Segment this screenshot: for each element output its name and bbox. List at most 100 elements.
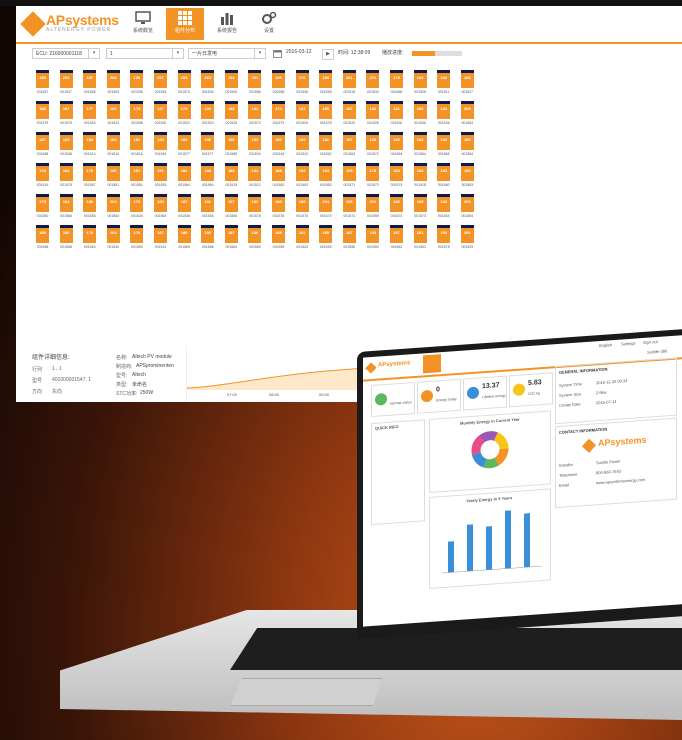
pv-module[interactable]: 186 [272,132,285,150]
pv-module[interactable]: 175 [177,101,191,119]
pv-module[interactable]: 201 [366,194,380,212]
pv-module[interactable]: 170 [83,225,97,243]
pv-module[interactable]: 180 [154,194,167,212]
pv-module[interactable]: 183 [390,163,403,181]
play-button[interactable]: ▶ [322,49,334,60]
pv-module[interactable]: 184 [437,194,451,212]
pv-module[interactable]: 186 [36,101,49,119]
pv-module[interactable]: 184 [106,132,120,150]
pv-module[interactable]: 183 [272,194,285,212]
pv-module[interactable]: 184 [177,132,191,150]
pv-module[interactable]: 205 [460,101,474,119]
pv-module[interactable]: 201 [342,70,356,88]
pv-module[interactable]: 200 [460,225,474,243]
pv-module[interactable]: 194 [366,225,380,243]
pv-module[interactable]: 180 [460,132,474,150]
pv-module[interactable]: 185 [413,194,427,212]
pv-module[interactable]: 180 [413,101,427,119]
pv-module[interactable]: 184 [319,163,333,181]
pv-module[interactable]: 272 [295,70,309,88]
pv-module[interactable]: 182 [130,132,144,150]
pv-module[interactable]: 189 [201,225,215,243]
pv-module[interactable]: 185 [295,194,309,212]
pv-module[interactable]: 187 [390,225,403,243]
pv-module[interactable]: 183 [437,132,451,150]
pv-module[interactable]: 187 [224,194,238,212]
pv-module[interactable]: 181 [390,101,403,119]
pv-module[interactable]: 180 [59,225,73,243]
pv-module[interactable]: 184 [83,132,97,150]
pv-module[interactable]: 182 [437,101,451,119]
pv-module[interactable]: 186 [201,132,215,150]
pv-module[interactable]: 187 [154,101,167,119]
pv-module[interactable]: 180 [83,194,97,212]
pv-module[interactable]: 194 [295,163,309,181]
pv-module[interactable]: 207 [154,70,167,88]
pv-module[interactable]: 189 [36,70,49,88]
pv-module[interactable]: 170 [130,225,144,243]
pv-module[interactable]: 178 [366,163,380,181]
pv-module[interactable]: 182 [248,194,262,212]
pv-module[interactable]: 187 [83,70,97,88]
pv-module[interactable]: 184 [413,132,427,150]
pv-module[interactable]: 188 [177,70,191,88]
pv-module[interactable]: 187 [59,101,73,119]
pv-module[interactable]: 181 [295,225,309,243]
pv-module[interactable]: 193 [342,163,356,181]
date-value[interactable]: 2016-03-12 [286,49,312,55]
pv-module[interactable]: 183 [224,101,238,119]
pv-module[interactable]: 183 [437,163,451,181]
pv-module[interactable]: 182 [319,132,333,150]
nav-system-report[interactable]: 系统报告 [208,8,246,40]
pv-module[interactable]: 184 [177,163,191,181]
pv-module[interactable]: 185 [319,101,333,119]
playback-progress-bar[interactable] [412,51,462,56]
pv-module[interactable]: 187 [342,101,356,119]
pv-module[interactable]: 168 [59,132,73,150]
pv-module[interactable]: 187 [154,225,167,243]
pv-module[interactable]: 180 [201,101,215,119]
header-link-language[interactable]: English [599,342,612,348]
metric-select[interactable]: 一片日发电 ▾ [188,48,266,59]
pv-module[interactable]: 178 [390,70,403,88]
pv-module[interactable]: 185 [366,132,380,150]
pv-module[interactable]: 182 [248,101,262,119]
pv-module[interactable]: 204 [106,194,120,212]
pv-module[interactable]: 203 [460,194,474,212]
pv-module[interactable]: 181 [295,101,309,119]
pv-module[interactable]: 188 [460,70,474,88]
pv-module[interactable]: 203 [106,225,120,243]
pv-module[interactable]: 188 [272,163,285,181]
pv-module[interactable]: 186 [248,225,262,243]
pv-module[interactable]: 189 [36,225,49,243]
pv-module[interactable]: 191 [154,163,167,181]
pv-module[interactable]: 187 [342,132,356,150]
pv-module[interactable]: 187 [342,225,356,243]
pv-module[interactable]: 186 [106,163,120,181]
pv-module[interactable]: 189 [319,70,333,88]
pv-module[interactable]: 184 [59,163,73,181]
pv-module[interactable]: 187 [224,225,238,243]
ecu-select[interactable]: ECU: 216000001118 ▾ [32,48,100,59]
pv-module[interactable]: 204 [319,194,333,212]
pv-module[interactable]: 181 [413,225,427,243]
pv-module[interactable]: 183 [224,163,238,181]
pv-module[interactable]: 189 [106,101,120,119]
pv-module[interactable]: 263 [201,70,215,88]
pv-module[interactable]: 184 [413,70,427,88]
header-link-signout[interactable]: Sign out [643,339,658,345]
header-link-settings[interactable]: Settings [621,341,635,347]
pv-module[interactable]: 186 [390,194,403,212]
pv-module[interactable]: 201 [366,70,380,88]
pv-module[interactable]: 190 [460,163,474,181]
pv-module[interactable]: 188 [201,163,215,181]
pv-module[interactable]: 186 [177,225,191,243]
pv-module[interactable]: 177 [83,101,97,119]
pv-module[interactable]: 208 [106,70,120,88]
group-select[interactable]: 1 ▾ [106,48,184,59]
pv-module[interactable]: 190 [130,70,144,88]
apsystems-logo[interactable]: APsystems ALTENERGY POWER [20,11,122,37]
pv-module[interactable]: 183 [248,132,262,150]
pv-module[interactable]: 185 [319,225,333,243]
pv-module[interactable]: 187 [36,132,49,150]
